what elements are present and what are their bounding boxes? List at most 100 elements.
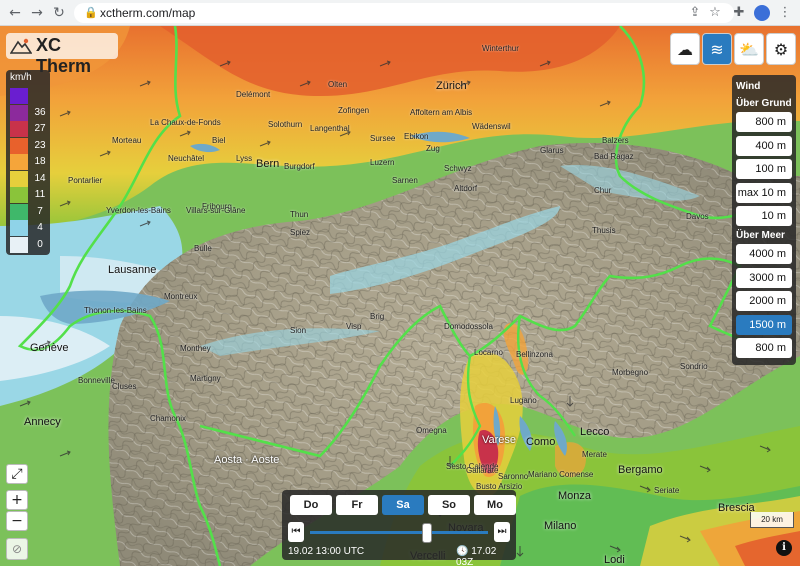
legend-label: 27 (34, 123, 46, 134)
legend-swatch (10, 170, 28, 187)
info-button[interactable]: i (776, 540, 792, 556)
wind-level-button[interactable]: 3000 m (736, 267, 792, 288)
browser-toolbar: ← → ↻ 🔒 xctherm.com/map ⇪ ☆ ✚ ⋮ (0, 0, 800, 26)
day-tab[interactable]: Fr (336, 495, 378, 515)
place-label: Villars-sur-Glâne (186, 206, 246, 215)
place-label: Pontarlier (68, 176, 103, 185)
place-label: Como (526, 436, 556, 448)
extensions-icon[interactable]: ✚ (730, 4, 748, 22)
day-tab[interactable]: Do (290, 495, 332, 515)
weather-button[interactable]: ⛅ (734, 33, 764, 65)
time-slider-handle[interactable] (422, 523, 433, 543)
place-label: Annecy (24, 416, 61, 428)
wind-level-button[interactable]: 100 m (736, 159, 792, 179)
profile-icon[interactable] (754, 5, 770, 21)
place-label: Wädenswil (472, 122, 511, 131)
wind-level-button[interactable]: 2000 m (736, 291, 792, 311)
fullscreen-button[interactable]: ⤢ (6, 464, 28, 484)
cloud-sun-button[interactable]: ☁ (670, 33, 700, 65)
place-label: Lugano (510, 396, 537, 405)
fullscreen-icon: ⤢ (11, 466, 23, 482)
app-logo[interactable]: XC Therm (6, 33, 118, 76)
back-icon[interactable]: ← (6, 4, 24, 22)
place-label: Varese (482, 434, 517, 446)
day-tab[interactable]: So (428, 495, 470, 515)
place-label: Sursee (370, 134, 396, 143)
day-tab[interactable]: Sa (382, 495, 424, 515)
skip-forward-button[interactable]: ⏭ (494, 522, 510, 542)
address-bar[interactable]: 🔒 xctherm.com/map (74, 3, 734, 23)
place-label: Cluses (112, 382, 137, 391)
wind-button[interactable]: ≋ (702, 33, 732, 65)
legend-label: 14 (34, 172, 46, 184)
place-label: Sarnen (392, 176, 418, 185)
place-label: Davos (686, 212, 709, 221)
place-label: Sondrio (680, 362, 708, 371)
wind-level-button[interactable]: 4000 m (736, 244, 792, 264)
place-label: Saronno (498, 472, 529, 481)
place-label: Thusis (592, 226, 616, 235)
wind-level-button[interactable]: 400 m (736, 135, 792, 156)
location-off-button[interactable]: ⊘ (6, 538, 28, 560)
place-label: Thun (290, 210, 309, 219)
zoom-out-button[interactable]: − (6, 511, 28, 531)
skip-back-icon: ⏮ (291, 526, 301, 537)
place-label: Bergamo (618, 464, 663, 476)
place-label: Brig (370, 312, 385, 321)
zoom-in-button[interactable]: + (6, 490, 28, 510)
place-label: Chur (594, 186, 612, 195)
layer-toolbar: ☁ ≋ ⛅ ⚙ (670, 33, 796, 67)
wind-icon: ≋ (710, 40, 724, 59)
place-label: Bellinzona (516, 350, 553, 359)
place-label: Sion (290, 326, 307, 335)
mountain-logo-icon (10, 38, 32, 54)
skip-forward-icon: ⏭ (497, 526, 507, 537)
above-sea-heading: Über Meer (736, 230, 785, 241)
place-label: Schwyz (444, 164, 472, 173)
place-label: Yverdon-les-Bains (106, 206, 171, 215)
legend-label: 0 (37, 238, 43, 250)
time-control-panel: ⏮ ⏭ 19.02 13:00 UTC 🕓 17.02 03Z Do Fr Sa So… (282, 490, 516, 568)
place-label: Merate (582, 450, 607, 459)
place-label: Biel (212, 136, 226, 145)
place-label: Seriate (654, 486, 680, 495)
wind-level-button[interactable]: 800 m (736, 338, 792, 358)
place-label: Monza (558, 490, 592, 502)
share-icon[interactable]: ⇪ (686, 4, 704, 22)
weather-icon: ⛅ (739, 40, 759, 59)
current-time: 19.02 13:00 UTC (288, 546, 365, 557)
map-canvas[interactable] (0, 26, 800, 566)
wind-level-button[interactable]: 800 m (736, 112, 792, 132)
legend-label: 11 (34, 189, 46, 200)
wind-level-button[interactable]: max 10 m (736, 182, 792, 203)
wind-speed-legend: km/h 36 27 23 18 14 11 7 4 0 (6, 70, 50, 255)
place-label: Olten (328, 80, 348, 89)
place-label: Visp (346, 322, 362, 331)
lock-icon[interactable]: 🔒 (84, 6, 98, 19)
place-label: Winterthur (482, 44, 519, 53)
wind-level-button[interactable]: 10 m (736, 206, 792, 226)
forward-icon[interactable]: → (28, 4, 46, 22)
legend-label: 4 (37, 222, 43, 233)
map-controls: ⤢ + − (6, 464, 28, 532)
legend-unit: km/h (10, 72, 32, 83)
wind-level-button[interactable]: 1500 m (736, 314, 792, 335)
place-label: Bonneville (78, 376, 115, 385)
place-label: Burgdorf (284, 162, 315, 171)
gear-button[interactable]: ⚙ (766, 33, 796, 65)
place-label: Gallarate (466, 466, 499, 475)
wind-map[interactable]: Zürich Winterthur Bern Lausanne Genève Annecy… (0, 26, 800, 566)
star-icon[interactable]: ☆ (706, 4, 724, 22)
day-tab[interactable]: Mo (474, 495, 516, 515)
wind-level-panel: Wind Über Grund Über Meer 800 m 400 m 100 … (732, 75, 796, 365)
time-slider-track[interactable] (310, 531, 488, 534)
cloud-sun-icon: ☁ (677, 40, 693, 59)
wind-panel-title: Wind (736, 81, 761, 92)
skip-back-button[interactable]: ⏮ (288, 522, 304, 542)
place-label: Mariano Comense (528, 470, 594, 479)
legend-swatch (10, 88, 28, 104)
legend-swatch (10, 137, 28, 154)
place-label: Ebikon (404, 132, 429, 141)
menu-icon[interactable]: ⋮ (776, 4, 794, 22)
reload-icon[interactable]: ↻ (50, 4, 68, 22)
